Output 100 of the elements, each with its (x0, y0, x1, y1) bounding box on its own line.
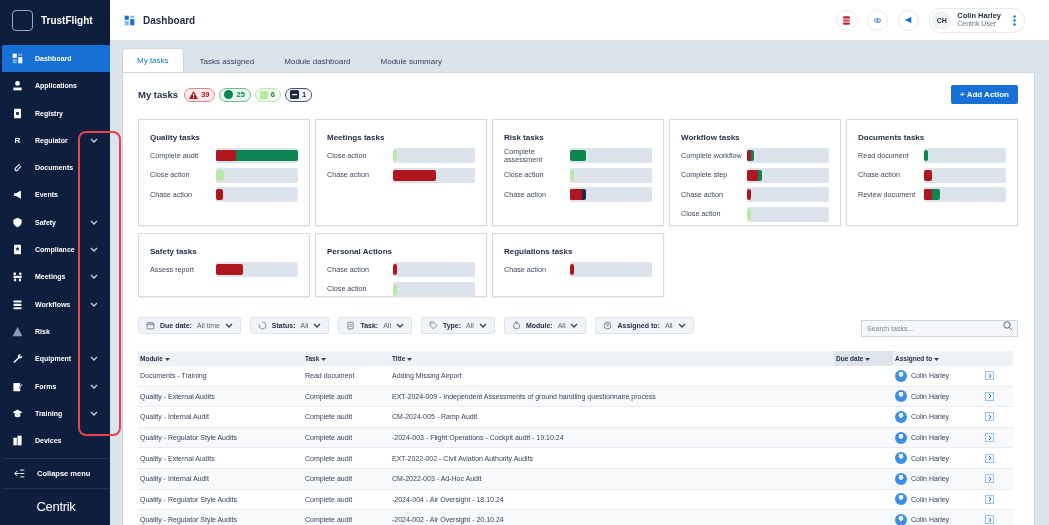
open-row-button[interactable] (985, 474, 994, 484)
progress-track[interactable] (393, 281, 475, 297)
progress-track[interactable] (924, 187, 1006, 203)
chevron-down-icon (90, 383, 98, 389)
megaphone-icon (905, 15, 913, 25)
chevron-right-icon (987, 434, 992, 441)
progress-track[interactable] (747, 207, 829, 223)
card-title: Workflow tasks (681, 133, 740, 142)
announcement-button[interactable] (898, 9, 920, 31)
card-title: Regulations tasks (504, 247, 573, 256)
progress-track[interactable] (393, 262, 475, 278)
chevron-down-icon (224, 323, 233, 328)
card-title: Safety tasks (150, 247, 197, 256)
chevron-down-icon (395, 323, 404, 328)
card-title: Personal Actions (327, 247, 393, 256)
chevron-down-icon (478, 323, 487, 328)
chevron-down-icon (90, 137, 98, 143)
progress-track[interactable] (747, 187, 829, 203)
section-title: My tasks (138, 89, 179, 100)
sort-caret-icon (321, 358, 327, 361)
database-icon (843, 14, 851, 26)
chevron-down-icon (90, 219, 98, 225)
open-row-button[interactable] (985, 453, 994, 463)
user-avatar (895, 472, 907, 485)
open-row-button[interactable] (985, 391, 994, 401)
buildings-icon (12, 435, 23, 447)
sort-caret-icon (934, 358, 939, 361)
chevron-down-icon (90, 274, 98, 280)
user-avatar (895, 390, 907, 403)
open-row-button[interactable] (985, 371, 994, 381)
open-row-button[interactable] (985, 412, 994, 422)
progress-track[interactable] (393, 148, 475, 164)
progress-track[interactable] (216, 262, 298, 278)
spinner-icon (257, 321, 267, 330)
progress-track[interactable] (747, 167, 829, 183)
user-avatar (895, 369, 907, 382)
brand-logo (12, 10, 33, 32)
chevron-right-icon (987, 496, 992, 503)
tag-icon (428, 321, 438, 330)
sort-caret-icon (407, 358, 413, 361)
progress-track[interactable] (393, 167, 475, 183)
stopwatch-icon (511, 321, 521, 330)
open-row-button[interactable] (985, 494, 994, 504)
chevron-down-icon (677, 323, 686, 328)
progress-track[interactable] (216, 187, 298, 203)
progress-track[interactable] (570, 187, 652, 203)
stack-icon (12, 298, 23, 310)
tab[interactable]: Module dashboard (270, 50, 365, 72)
tab[interactable]: My tasks (122, 48, 184, 72)
open-row-button[interactable] (985, 433, 994, 443)
chevron-down-icon (90, 247, 98, 253)
progress-track[interactable] (747, 148, 829, 164)
progress-track[interactable] (216, 167, 298, 183)
chevron-down-icon (90, 356, 98, 362)
clipboard-icon (346, 321, 356, 330)
user-avatar (895, 513, 907, 525)
tab[interactable]: Tasks assigned (185, 50, 269, 72)
progress-track[interactable] (570, 148, 652, 164)
user-avatar (895, 411, 907, 423)
tab[interactable]: Module summary (366, 50, 456, 72)
sort-caret-icon (865, 358, 871, 361)
user-avatar (895, 493, 907, 506)
wrench-icon (12, 353, 23, 365)
chevron-down-icon (90, 301, 98, 307)
chevron-right-icon (987, 516, 992, 523)
shield-icon (12, 216, 23, 228)
progress-track[interactable] (924, 148, 1006, 164)
chevron-down-icon (90, 410, 98, 416)
page-title: Dashboard (143, 14, 197, 26)
progress-track[interactable] (570, 262, 652, 278)
minus-square-icon (290, 90, 299, 99)
centrik-logo: Centrik (36, 499, 76, 515)
collapse-icon (14, 468, 25, 480)
user-avatar (895, 452, 907, 465)
chevron-right-icon (987, 372, 992, 379)
chevron-right-icon (987, 393, 992, 400)
square-icon (259, 90, 268, 99)
more-icon (1013, 14, 1016, 26)
card-title: Risk tasks (504, 133, 544, 142)
card-title: Documents tasks (858, 133, 925, 142)
add-action-button[interactable]: + Add Action (951, 85, 1018, 104)
progress-track[interactable] (570, 167, 652, 183)
database-button[interactable] (836, 9, 858, 31)
open-row-button[interactable] (985, 515, 994, 525)
brand-name: TrustFlight (41, 15, 93, 27)
people-icon (12, 271, 23, 283)
chevron-down-icon (570, 323, 579, 328)
dashboard-icon (124, 14, 135, 26)
letter-icon: R (12, 134, 23, 146)
circle-icon (224, 90, 234, 99)
chevron-right-icon (987, 475, 992, 482)
user-circle-icon (603, 321, 613, 330)
paperclip-icon (12, 162, 23, 174)
person-icon (12, 80, 23, 92)
calendar-icon (146, 321, 155, 330)
chevron-down-icon (313, 323, 322, 328)
document-icon (12, 107, 23, 119)
chevron-right-icon (987, 455, 992, 462)
progress-track[interactable] (924, 167, 1006, 183)
user-avatar (895, 431, 907, 444)
